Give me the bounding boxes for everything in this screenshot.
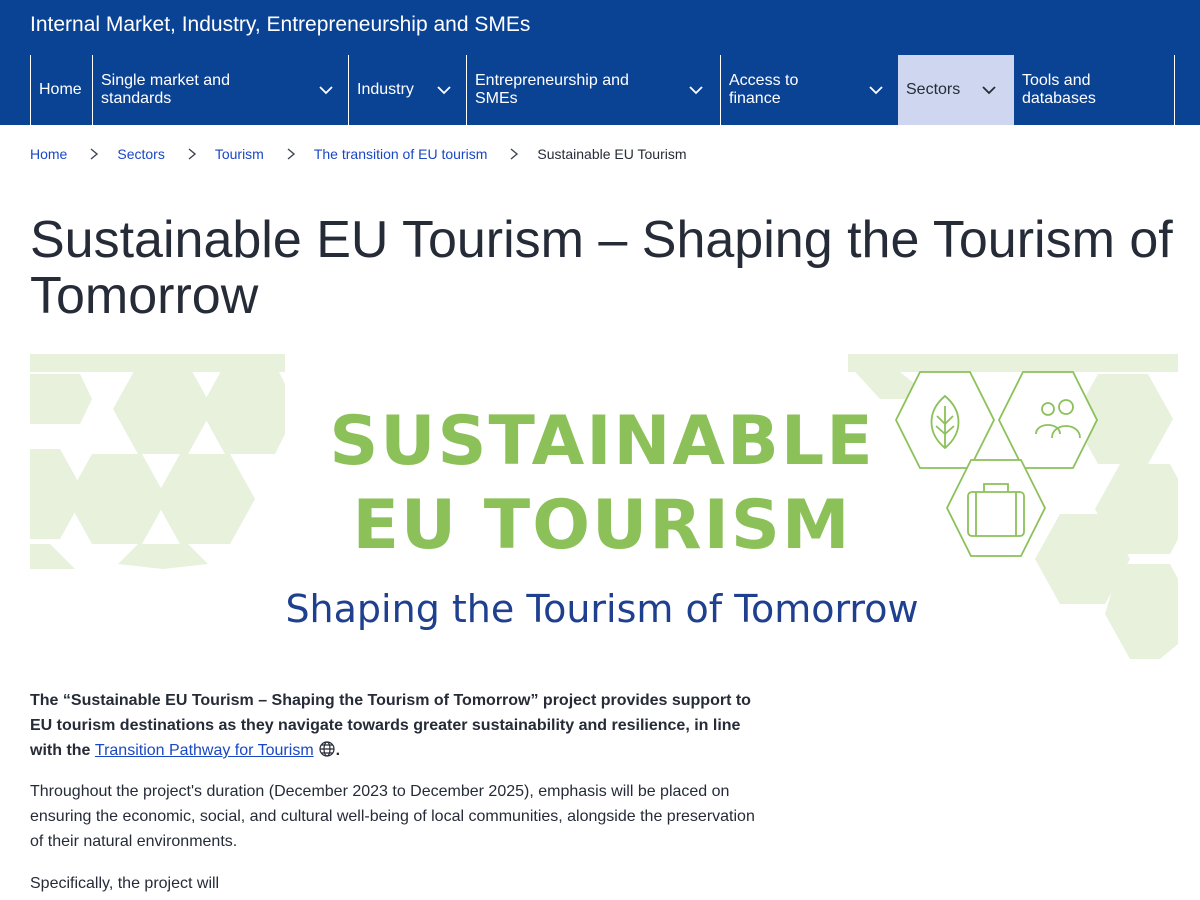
banner-line-2: EU TOURISM xyxy=(352,486,851,565)
nav-label-industry: Industry xyxy=(357,81,414,98)
nav-item-tools-and-databases[interactable]: Tools and databases xyxy=(1014,55,1175,125)
nav-item-sectors[interactable]: Sectors xyxy=(898,55,1014,125)
transition-pathway-link[interactable]: Transition Pathway for Tourism xyxy=(95,742,314,759)
globe-icon xyxy=(319,741,335,757)
nav-item-single-market[interactable]: Single market and standards xyxy=(92,55,348,125)
page-title: Sustainable EU Tourism – Shaping the Tou… xyxy=(30,211,1173,325)
banner-tagline: Shaping the Tourism of Tomorrow xyxy=(285,587,918,631)
chevron-down-icon xyxy=(689,86,703,95)
chevron-right-icon xyxy=(90,148,99,160)
intro-end: . xyxy=(335,742,341,759)
breadcrumb-current: Sustainable EU Tourism xyxy=(537,146,687,162)
chevron-down-icon xyxy=(319,86,333,95)
honeycomb-left xyxy=(30,354,285,569)
chevron-down-icon xyxy=(982,86,996,95)
chevron-right-icon xyxy=(287,148,295,160)
breadcrumb-link-sectors[interactable]: Sectors xyxy=(117,146,164,162)
nav-label-tools-and-databases: Tools and databases xyxy=(1022,72,1096,107)
breadcrumb-link-tourism[interactable]: Tourism xyxy=(215,146,264,162)
main-navigation: Home Single market and standards Industry… xyxy=(30,55,1175,125)
nav-label-entrepreneurship: Entrepreneurship and SMEs xyxy=(475,72,629,107)
paragraph-specifically: Specifically, the project will xyxy=(30,875,220,892)
chevron-down-icon xyxy=(437,86,451,95)
nav-label-access-to-finance: Access to finance xyxy=(729,72,799,107)
banner-image: SUSTAINABLE EU TOURISM Shaping the Touri… xyxy=(30,354,1178,660)
nav-item-home[interactable]: Home xyxy=(30,55,92,125)
nav-label-home: Home xyxy=(39,81,82,98)
intro-paragraph: The “Sustainable EU Tourism – Shaping th… xyxy=(30,688,770,763)
breadcrumb-link-transition[interactable]: The transition of EU tourism xyxy=(314,146,488,162)
banner-graphic: SUSTAINABLE EU TOURISM Shaping the Touri… xyxy=(30,354,1178,659)
breadcrumb: Home Sectors Tourism The transition of E… xyxy=(30,144,687,164)
nav-label-single-market: Single market and standards xyxy=(101,72,230,107)
nav-item-industry[interactable]: Industry xyxy=(348,55,466,125)
site-header: Internal Market, Industry, Entrepreneurs… xyxy=(0,0,1200,125)
breadcrumb-link-home[interactable]: Home xyxy=(30,146,67,162)
nav-item-entrepreneurship[interactable]: Entrepreneurship and SMEs xyxy=(466,55,720,125)
nav-item-access-to-finance[interactable]: Access to finance xyxy=(720,55,898,125)
nav-label-sectors: Sectors xyxy=(906,81,961,98)
site-title[interactable]: Internal Market, Industry, Entrepreneurs… xyxy=(30,12,530,38)
chevron-right-icon xyxy=(510,148,519,160)
chevron-right-icon xyxy=(188,148,196,160)
paragraph-duration: Throughout the project's duration (Decem… xyxy=(30,783,755,850)
banner-line-1: SUSTAINABLE xyxy=(329,402,874,481)
chevron-down-icon xyxy=(869,86,883,95)
